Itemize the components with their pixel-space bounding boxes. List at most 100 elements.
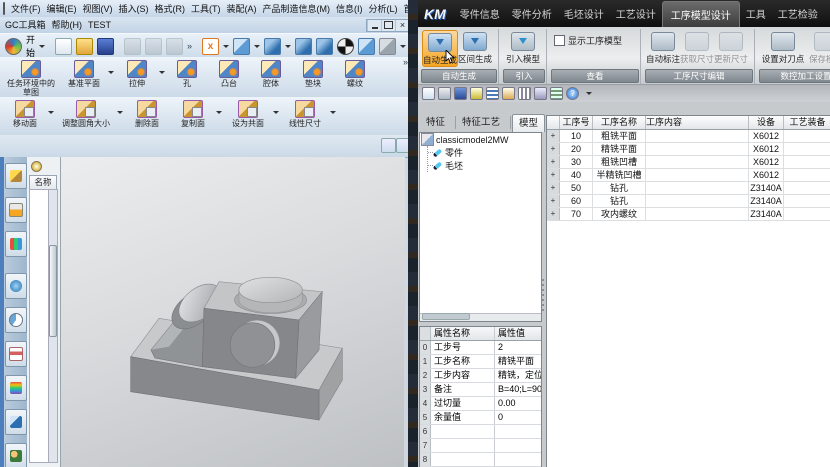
shaded-edges-view-icon[interactable] <box>295 38 312 55</box>
tab-process-model-design[interactable]: 工序模型设计 <box>662 1 740 27</box>
section-view-icon[interactable] <box>358 38 375 55</box>
gray-view-icon[interactable] <box>379 38 396 55</box>
menu-tools[interactable]: 工具(T) <box>188 1 224 17</box>
sketch-in-task-env-button[interactable]: 任务环境中的草图 <box>2 58 60 96</box>
minimize-icon[interactable] <box>367 20 381 31</box>
process-row[interactable]: + 10 粗铣平面 X6012 <box>547 130 830 143</box>
row-expander-icon[interactable]: + <box>547 208 560 220</box>
measure-icon[interactable] <box>5 409 27 435</box>
show-process-model-checkbox[interactable] <box>554 35 565 46</box>
datum-plane-button[interactable]: 基准平面 <box>60 58 108 96</box>
property-row[interactable]: 2 工步内容 精铣，定位尺 <box>420 369 541 383</box>
prop-name-header[interactable]: 属性名称 <box>431 327 495 340</box>
col-process-no[interactable]: 工序号 <box>560 116 593 129</box>
wireframe-view-icon[interactable] <box>233 38 250 55</box>
prop-value-header[interactable]: 属性值 <box>495 327 541 340</box>
shaded-dropdown-icon[interactable] <box>285 45 291 48</box>
show-process-model-option[interactable]: 显示工序模型 <box>554 34 622 47</box>
copy-face-button[interactable]: 复制面 <box>170 98 216 134</box>
process-row[interactable]: + 50 钻孔 Z3140A <box>547 182 830 195</box>
boss-button[interactable]: 凸台 <box>208 58 250 96</box>
resize-blend-dropdown-icon[interactable] <box>117 111 123 114</box>
interval-generate-button[interactable]: 区间生成 <box>458 30 492 65</box>
toolbar-overflow-icon[interactable]: » <box>187 41 192 51</box>
start-dropdown-icon[interactable] <box>39 45 45 48</box>
navigator-scrollbar[interactable] <box>48 189 58 463</box>
resize-blend-button[interactable]: 调整圆角大小 <box>55 98 117 134</box>
property-row[interactable]: 7 <box>420 439 541 453</box>
process-row[interactable]: + 70 攻内螺纹 Z3140A <box>547 208 830 221</box>
render-style-icon[interactable] <box>337 38 354 55</box>
import-model-button[interactable]: 引入模型 <box>504 30 542 65</box>
tab-tools[interactable]: 工具 <box>740 1 772 26</box>
auto-annotate-button[interactable]: 自动标注 <box>646 30 680 65</box>
thread-button[interactable]: 螺纹 <box>334 58 376 96</box>
start-button[interactable]: 开始 <box>26 33 35 59</box>
property-row[interactable]: 1 工步名称 精铣平面 <box>420 355 541 369</box>
process-row[interactable]: + 60 钻孔 Z3140A <box>547 195 830 208</box>
start-icon[interactable] <box>5 38 22 55</box>
menu-insert[interactable]: 插入(S) <box>116 1 152 17</box>
close-icon[interactable]: × <box>395 20 409 31</box>
3d-viewport[interactable] <box>60 157 405 467</box>
menu-information[interactable]: 信息(I) <box>333 1 366 17</box>
restore-icon[interactable] <box>381 20 395 31</box>
tab-part-info[interactable]: 零件信息 <box>454 1 506 26</box>
property-row[interactable]: 6 <box>420 425 541 439</box>
property-row[interactable]: 0 工步号 2 <box>420 341 541 355</box>
shaded-view-icon[interactable] <box>264 38 281 55</box>
delete-face-button[interactable]: 删除面 <box>124 98 170 134</box>
tab-process-inspection[interactable]: 工艺检验 <box>772 1 824 26</box>
property-row[interactable]: 4 过切量 0.00 <box>420 397 541 411</box>
roles-icon[interactable] <box>5 443 27 467</box>
studio-view-icon[interactable] <box>316 38 333 55</box>
3d-model[interactable] <box>89 250 405 467</box>
internet-icon[interactable] <box>5 273 27 299</box>
menu-assembly[interactable]: 装配(A) <box>224 1 260 17</box>
pocket-button[interactable]: 腔体 <box>250 58 292 96</box>
qt-overflow-dropdown-icon[interactable] <box>586 92 592 95</box>
move-face-button[interactable]: 移动面 <box>2 98 48 134</box>
row-expander-icon[interactable]: + <box>547 143 560 155</box>
linear-dimension-button[interactable]: 线性尺寸 <box>280 98 330 134</box>
tree-hscrollbar-thumb[interactable] <box>422 313 470 320</box>
tab-part-analysis[interactable]: 零件分析 <box>506 1 558 26</box>
make-coplanar-dropdown-icon[interactable] <box>273 111 279 114</box>
row-expander-icon[interactable]: + <box>547 156 560 168</box>
assembly-navigator-icon[interactable] <box>5 163 27 189</box>
row-expander-icon[interactable]: + <box>547 182 560 194</box>
navigator-scrollbar-thumb[interactable] <box>49 245 57 337</box>
navigator-name-header[interactable]: 名称 <box>29 175 57 190</box>
splitter-grip[interactable] <box>542 279 544 313</box>
property-row[interactable]: 5 余量值 0 <box>420 411 541 425</box>
row-expander-icon[interactable]: + <box>547 169 560 181</box>
qt-link-icon[interactable] <box>534 87 547 100</box>
make-coplanar-button[interactable]: 设为共面 <box>223 98 273 134</box>
tree-item-part[interactable]: 零件 <box>428 146 541 159</box>
new-file-icon[interactable] <box>55 38 72 55</box>
datum-plane-dropdown-icon[interactable] <box>108 71 114 74</box>
col-equipment[interactable]: 设备 <box>749 116 784 129</box>
menu-file[interactable]: 文件(F) <box>8 1 44 17</box>
property-row[interactable]: 3 备注 B=40;L=90;H= <box>420 383 541 397</box>
extrude-dropdown-icon[interactable] <box>159 71 165 74</box>
tab-process-design[interactable]: 工艺设计 <box>610 1 662 26</box>
navigator-filter-icon[interactable] <box>31 161 42 172</box>
view-orient-dropdown-icon[interactable] <box>223 45 229 48</box>
menu-pmi[interactable]: 产品制造信息(M) <box>260 1 334 17</box>
copy-face-dropdown-icon[interactable] <box>216 111 222 114</box>
menu-analysis[interactable]: 分析(L) <box>366 1 401 17</box>
save-icon[interactable] <box>97 38 114 55</box>
extrude-button[interactable]: 拉伸 <box>115 58 159 96</box>
qt-columns-icon[interactable] <box>518 87 531 100</box>
menu-test[interactable]: TEST <box>85 17 114 33</box>
view-orient-icon[interactable]: x <box>202 38 219 55</box>
menu-view[interactable]: 视图(V) <box>80 1 116 17</box>
col-process-content[interactable]: 工序内容 <box>646 116 749 129</box>
hole-button[interactable]: 孔 <box>166 58 208 96</box>
process-row[interactable]: + 40 半精铣凹槽 X6012 <box>547 169 830 182</box>
auto-generate-button[interactable]: 自动生成 <box>422 30 458 67</box>
tab-blank-design[interactable]: 毛坯设计 <box>558 1 610 26</box>
open-file-icon[interactable] <box>76 38 93 55</box>
property-row[interactable]: 8 <box>420 453 541 467</box>
